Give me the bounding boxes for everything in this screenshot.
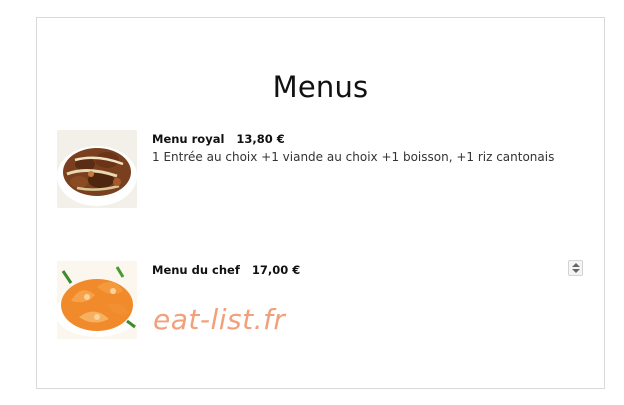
chevron-up-icon[interactable] [572, 263, 580, 267]
chevron-down-icon[interactable] [572, 269, 580, 273]
menu-du-chef-image [57, 261, 137, 339]
watermark: eat-list.fr [153, 303, 286, 336]
menu-royal-description: 1 Entrée au choix +1 viande au choix +1 … [152, 150, 555, 164]
menu-du-chef-header: Menu du chef 17,00 € [152, 263, 300, 277]
page-title: Menus [272, 70, 369, 104]
menu-du-chef-name: Menu du chef [152, 263, 240, 277]
up-down-spinner-icon[interactable] [568, 260, 583, 276]
menus-card: Menus Menu royal 13,80 € 1 Entrée au choi… [36, 17, 605, 389]
menu-royal-image [57, 130, 137, 208]
menu-royal-header: Menu royal 13,80 € [152, 132, 285, 146]
menu-royal-name: Menu royal [152, 132, 225, 146]
menu-royal-price: 13,80 € [236, 132, 285, 146]
menu-du-chef-price: 17,00 € [251, 263, 301, 277]
